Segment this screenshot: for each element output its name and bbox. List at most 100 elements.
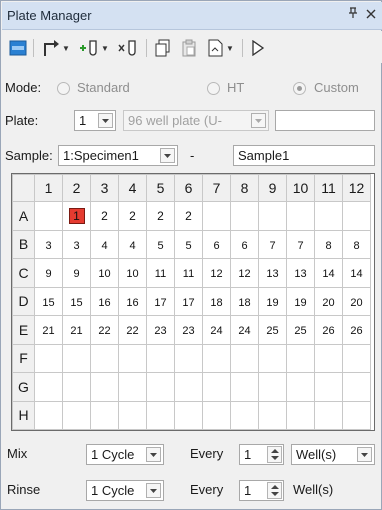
well-A7[interactable] bbox=[202, 201, 231, 231]
well-H10[interactable] bbox=[286, 400, 315, 430]
well-E12[interactable]: 26 bbox=[342, 315, 371, 345]
well-F6[interactable] bbox=[174, 343, 203, 373]
well-E3[interactable]: 22 bbox=[90, 315, 119, 345]
row-header[interactable]: D bbox=[12, 286, 35, 316]
well-C8[interactable]: 12 bbox=[230, 258, 259, 288]
remove-well-icon[interactable] bbox=[116, 37, 140, 59]
row-header[interactable]: H bbox=[12, 400, 35, 430]
well-D5[interactable]: 17 bbox=[146, 286, 175, 316]
well-G3[interactable] bbox=[90, 372, 119, 402]
well-B12[interactable]: 8 bbox=[342, 229, 371, 259]
well-G7[interactable] bbox=[202, 372, 231, 402]
well-F11[interactable] bbox=[314, 343, 343, 373]
well-C2[interactable]: 9 bbox=[62, 258, 91, 288]
well-B6[interactable]: 5 bbox=[174, 229, 203, 259]
well-C12[interactable]: 14 bbox=[342, 258, 371, 288]
well-A10[interactable] bbox=[286, 201, 315, 231]
well-E5[interactable]: 23 bbox=[146, 315, 175, 345]
column-header[interactable]: 5 bbox=[146, 174, 175, 202]
well-C5[interactable]: 11 bbox=[146, 258, 175, 288]
well-A6[interactable]: 2 bbox=[174, 201, 203, 231]
well-H11[interactable] bbox=[314, 400, 343, 430]
well-F1[interactable] bbox=[34, 343, 63, 373]
well-E10[interactable]: 25 bbox=[286, 315, 315, 345]
well-E7[interactable]: 24 bbox=[202, 315, 231, 345]
well-E6[interactable]: 23 bbox=[174, 315, 203, 345]
row-header[interactable]: G bbox=[12, 372, 35, 402]
well-F9[interactable] bbox=[258, 343, 287, 373]
well-F2[interactable] bbox=[62, 343, 91, 373]
well-D6[interactable]: 17 bbox=[174, 286, 203, 316]
well-B5[interactable]: 5 bbox=[146, 229, 175, 259]
well-F8[interactable] bbox=[230, 343, 259, 373]
well-H9[interactable] bbox=[258, 400, 287, 430]
well-G9[interactable] bbox=[258, 372, 287, 402]
well-D4[interactable]: 16 bbox=[118, 286, 147, 316]
well-G1[interactable] bbox=[34, 372, 63, 402]
well-A4[interactable]: 2 bbox=[118, 201, 147, 231]
well-A11[interactable] bbox=[314, 201, 343, 231]
well-D7[interactable]: 18 bbox=[202, 286, 231, 316]
well-B10[interactable]: 7 bbox=[286, 229, 315, 259]
radio-ht[interactable] bbox=[207, 82, 220, 95]
add-well-icon[interactable]: ▼ bbox=[78, 37, 110, 59]
column-header[interactable]: 6 bbox=[174, 174, 203, 202]
well-F3[interactable] bbox=[90, 343, 119, 373]
chevron-down-icon[interactable] bbox=[146, 483, 161, 498]
rinse-every-stepper[interactable]: 1 bbox=[239, 480, 284, 501]
play-icon[interactable] bbox=[248, 37, 268, 59]
chevron-down-icon[interactable] bbox=[160, 148, 175, 163]
column-header[interactable]: 8 bbox=[230, 174, 259, 202]
well-F5[interactable] bbox=[146, 343, 175, 373]
well-A1[interactable] bbox=[34, 201, 63, 231]
well-B4[interactable]: 4 bbox=[118, 229, 147, 259]
well-H3[interactable] bbox=[90, 400, 119, 430]
sample-select[interactable]: 1:Specimen1 bbox=[58, 145, 178, 166]
plate-number-select[interactable]: 1 bbox=[74, 110, 116, 131]
row-header[interactable]: A bbox=[12, 201, 35, 231]
mix-unit-select[interactable]: Well(s) bbox=[291, 444, 375, 465]
paste-icon[interactable] bbox=[178, 37, 200, 59]
well-C3[interactable]: 10 bbox=[90, 258, 119, 288]
row-header[interactable]: C bbox=[12, 258, 35, 288]
column-header[interactable]: 3 bbox=[90, 174, 119, 202]
well-G12[interactable] bbox=[342, 372, 371, 402]
close-icon[interactable] bbox=[366, 6, 376, 22]
well-H4[interactable] bbox=[118, 400, 147, 430]
well-E2[interactable]: 21 bbox=[62, 315, 91, 345]
well-E4[interactable]: 22 bbox=[118, 315, 147, 345]
pin-icon[interactable] bbox=[348, 7, 358, 22]
well-E9[interactable]: 25 bbox=[258, 315, 287, 345]
plate-name-input[interactable] bbox=[275, 110, 375, 131]
move-arrow-icon[interactable]: ▼ bbox=[40, 37, 72, 59]
stepper-arrows-icon[interactable] bbox=[267, 482, 282, 499]
well-H5[interactable] bbox=[146, 400, 175, 430]
well-C1[interactable]: 9 bbox=[34, 258, 63, 288]
well-G4[interactable] bbox=[118, 372, 147, 402]
copy-icon[interactable] bbox=[152, 37, 174, 59]
well-B8[interactable]: 6 bbox=[230, 229, 259, 259]
well-F4[interactable] bbox=[118, 343, 147, 373]
well-G5[interactable] bbox=[146, 372, 175, 402]
well-C4[interactable]: 10 bbox=[118, 258, 147, 288]
well-G11[interactable] bbox=[314, 372, 343, 402]
well-H12[interactable] bbox=[342, 400, 371, 430]
well-D2[interactable]: 15 bbox=[62, 286, 91, 316]
well-H2[interactable] bbox=[62, 400, 91, 430]
well-G2[interactable] bbox=[62, 372, 91, 402]
well-C6[interactable]: 11 bbox=[174, 258, 203, 288]
column-header[interactable]: 7 bbox=[202, 174, 231, 202]
well-A8[interactable] bbox=[230, 201, 259, 231]
well-A9[interactable] bbox=[258, 201, 287, 231]
well-D8[interactable]: 18 bbox=[230, 286, 259, 316]
well-A3[interactable]: 2 bbox=[90, 201, 119, 231]
well-B2[interactable]: 3 bbox=[62, 229, 91, 259]
well-E8[interactable]: 24 bbox=[230, 315, 259, 345]
well-F7[interactable] bbox=[202, 343, 231, 373]
well-H7[interactable] bbox=[202, 400, 231, 430]
column-header[interactable]: 1 bbox=[34, 174, 63, 202]
well-E11[interactable]: 26 bbox=[314, 315, 343, 345]
column-header[interactable]: 11 bbox=[314, 174, 343, 202]
well-A2[interactable]: 1 bbox=[62, 201, 91, 231]
well-E1[interactable]: 21 bbox=[34, 315, 63, 345]
